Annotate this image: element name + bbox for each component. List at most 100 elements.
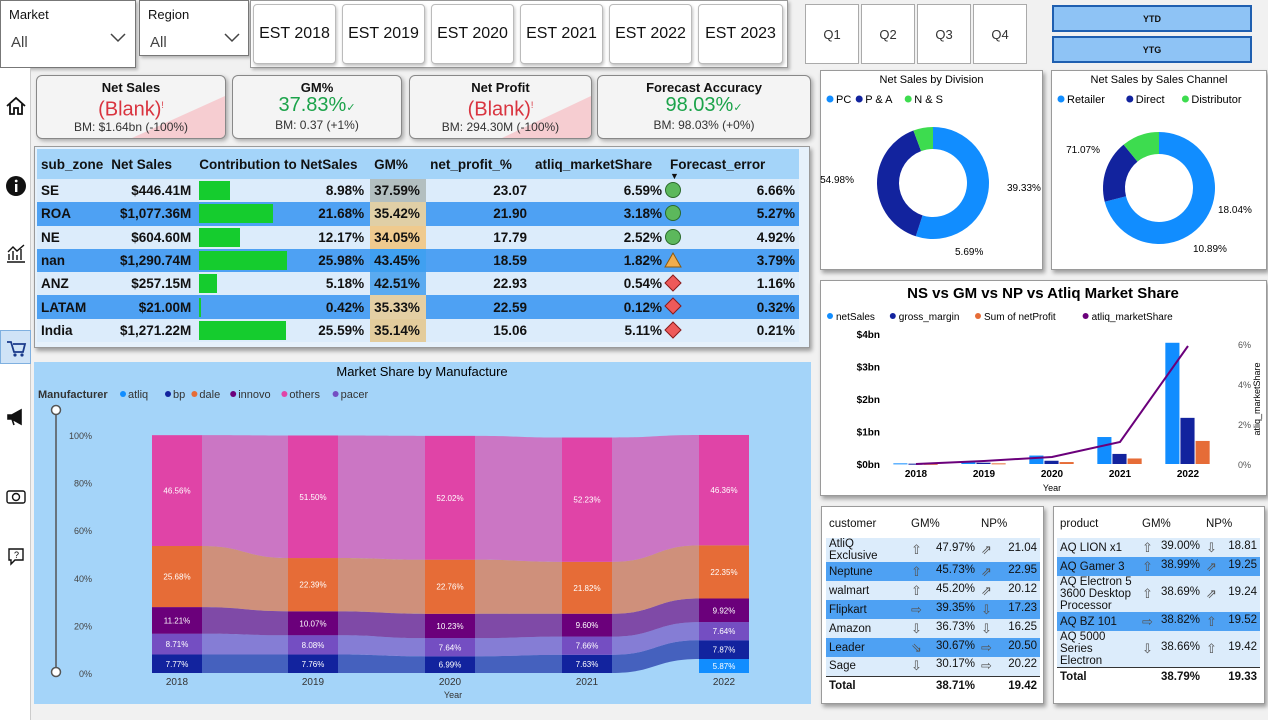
- legend-label[interactable]: PC: [836, 94, 851, 106]
- table-row[interactable]: AQ 5000 Series Electron ⇩ 38.66% ⇧ 19.42: [1057, 631, 1260, 668]
- bar[interactable]: [1112, 453, 1127, 464]
- table-row[interactable]: Leader ⇘ 30.67% ⇨ 20.50: [826, 638, 1040, 657]
- col-market-share[interactable]: atliq_marketShare: [531, 149, 667, 179]
- table-row[interactable]: Flipkart ⇨ 39.35% ⇩ 17.23: [826, 600, 1040, 619]
- bar[interactable]: [1059, 462, 1074, 464]
- table-row[interactable]: SE $446.41M 8.98% 37.59% 23.07 6.59% 6.66%: [37, 179, 799, 203]
- col-net-profit[interactable]: net_profit_%: [426, 149, 532, 179]
- region-slicer[interactable]: Region All: [139, 0, 249, 56]
- ribbon[interactable]: [475, 613, 562, 639]
- bar[interactable]: [893, 463, 908, 465]
- range-slider-handle[interactable]: [50, 404, 62, 416]
- chevron-down-icon[interactable]: [223, 31, 241, 43]
- home-icon[interactable]: [3, 93, 28, 118]
- table-row[interactable]: India $1,271.22M 25.59% 35.14% 15.06 5.11% 0.2…: [37, 318, 799, 343]
- range-slider-handle[interactable]: [50, 666, 62, 678]
- col-prod-np[interactable]: NP%: [1203, 510, 1260, 538]
- col-contribution[interactable]: Contribution to NetSales: [195, 149, 371, 179]
- legend-label[interactable]: Distributor: [1191, 94, 1241, 106]
- legend-label[interactable]: atliq: [128, 389, 148, 401]
- legend-label[interactable]: innovo: [238, 389, 270, 401]
- est-2023-button[interactable]: EST 2023: [698, 4, 783, 64]
- est-2020-button[interactable]: EST 2020: [431, 4, 514, 64]
- market-slicer[interactable]: Market All: [0, 0, 136, 68]
- bar[interactable]: [1044, 460, 1059, 464]
- table-row[interactable]: AQ Electron 5 3600 Desktop Processor ⇧ 38.…: [1057, 576, 1260, 612]
- bar[interactable]: [1195, 440, 1210, 464]
- bar[interactable]: [1127, 458, 1142, 464]
- sales-icon[interactable]: [3, 334, 28, 359]
- legend-label[interactable]: gross_margin: [899, 312, 960, 323]
- est-2022-button[interactable]: EST 2022: [609, 4, 692, 64]
- ribbon[interactable]: [338, 611, 425, 639]
- col-product[interactable]: product: [1057, 510, 1139, 538]
- legend-label[interactable]: N & S: [914, 94, 943, 106]
- q3-button[interactable]: Q3: [917, 4, 971, 64]
- ytd-button[interactable]: YTD: [1052, 5, 1252, 32]
- legend-label[interactable]: others: [289, 389, 320, 401]
- q1-button[interactable]: Q1: [805, 4, 859, 64]
- table-row[interactable]: NE $604.60M 12.17% 34.05% 17.79 2.52% 4.92%: [37, 225, 799, 249]
- q4-button[interactable]: Q4: [973, 4, 1027, 64]
- col-forecast-error[interactable]: Forecast_error ▼: [666, 149, 799, 181]
- table-row[interactable]: ROA $1,077.36M 21.68% 35.42% 21.90 3.18% 5.27%: [37, 202, 799, 226]
- ribbon[interactable]: [338, 558, 425, 614]
- info-icon[interactable]: [3, 173, 28, 198]
- table-row[interactable]: nan $1,290.74M 25.98% 43.45% 18.59 1.82% 3.79%: [37, 248, 799, 273]
- ribbon[interactable]: [338, 435, 425, 560]
- bar[interactable]: [1097, 437, 1112, 464]
- legend-label[interactable]: bp: [173, 389, 185, 401]
- table-row[interactable]: Neptune ⇧ 45.73% ⇗ 22.95: [826, 562, 1040, 581]
- ribbon[interactable]: [202, 633, 288, 655]
- legend-label[interactable]: pacer: [341, 389, 369, 401]
- marketing-icon[interactable]: [3, 404, 28, 429]
- market-value[interactable]: All: [11, 34, 28, 51]
- col-customer[interactable]: customer: [826, 510, 908, 538]
- legend-label[interactable]: atliq_marketShare: [1092, 312, 1174, 323]
- market-share-line[interactable]: [915, 345, 1189, 465]
- support-icon[interactable]: ?: [3, 543, 28, 568]
- table-row[interactable]: ANZ $257.15M 5.18% 42.51% 22.93 0.54% 1.16%: [37, 272, 799, 296]
- est-2019-button[interactable]: EST 2019: [342, 4, 425, 64]
- table-row[interactable]: AQ Gamer 3 ⇧ 38.99% ⇗ 19.25: [1057, 557, 1260, 576]
- col-prod-gm[interactable]: GM%: [1139, 510, 1203, 538]
- legend-label[interactable]: dale: [199, 389, 220, 401]
- ribbon[interactable]: [475, 636, 562, 657]
- table-row[interactable]: AtliQ Exclusive ⇧ 47.97% ⇗ 21.04: [826, 538, 1040, 562]
- table-row[interactable]: AQ BZ 101 ⇨ 38.82% ⇧ 19.52: [1057, 612, 1260, 631]
- ribbon[interactable]: [475, 559, 562, 614]
- col-cust-gm[interactable]: GM%: [908, 510, 978, 538]
- ribbon[interactable]: [475, 654, 562, 673]
- col-subzone[interactable]: sub_zone: [37, 149, 108, 179]
- finance-chart-icon[interactable]: [3, 240, 28, 265]
- ribbon[interactable]: [475, 435, 562, 562]
- bar[interactable]: [976, 462, 991, 464]
- bar[interactable]: [991, 463, 1006, 465]
- ribbon[interactable]: [202, 435, 288, 559]
- legend-label[interactable]: Retailer: [1067, 94, 1105, 106]
- col-net-sales[interactable]: Net Sales: [107, 149, 196, 179]
- table-row[interactable]: Amazon ⇩ 36.73% ⇩ 16.25: [826, 619, 1040, 638]
- legend-label[interactable]: Direct: [1136, 94, 1165, 106]
- ytg-button[interactable]: YTG: [1052, 36, 1252, 63]
- ribbon[interactable]: [202, 607, 288, 636]
- q2-button[interactable]: Q2: [861, 4, 915, 64]
- ribbon[interactable]: [202, 654, 288, 673]
- col-gm[interactable]: GM%: [370, 149, 427, 179]
- bar[interactable]: [1180, 417, 1195, 464]
- est-2018-button[interactable]: EST 2018: [253, 4, 336, 64]
- table-row[interactable]: LATAM $21.00M 0.42% 35.33% 22.59 0.12% 0.32%: [37, 295, 799, 319]
- region-value[interactable]: All: [150, 34, 167, 51]
- donut-slice[interactable]: [877, 130, 923, 237]
- table-row[interactable]: AQ LION x1 ⇧ 39.00% ⇩ 18.81: [1057, 538, 1260, 557]
- table-row[interactable]: Sage ⇩ 30.17% ⇨ 20.22: [826, 657, 1040, 676]
- table-row[interactable]: walmart ⇧ 45.20% ⇗ 20.12: [826, 581, 1040, 600]
- legend-label[interactable]: P & A: [865, 94, 893, 106]
- chevron-down-icon[interactable]: [109, 31, 127, 43]
- ribbon[interactable]: [612, 434, 699, 562]
- ribbon[interactable]: [338, 654, 425, 673]
- legend-label[interactable]: Sum of netProfit: [984, 312, 1056, 323]
- supply-chain-icon[interactable]: [3, 483, 28, 508]
- col-cust-np[interactable]: NP%: [978, 510, 1040, 538]
- ribbon[interactable]: [338, 635, 425, 657]
